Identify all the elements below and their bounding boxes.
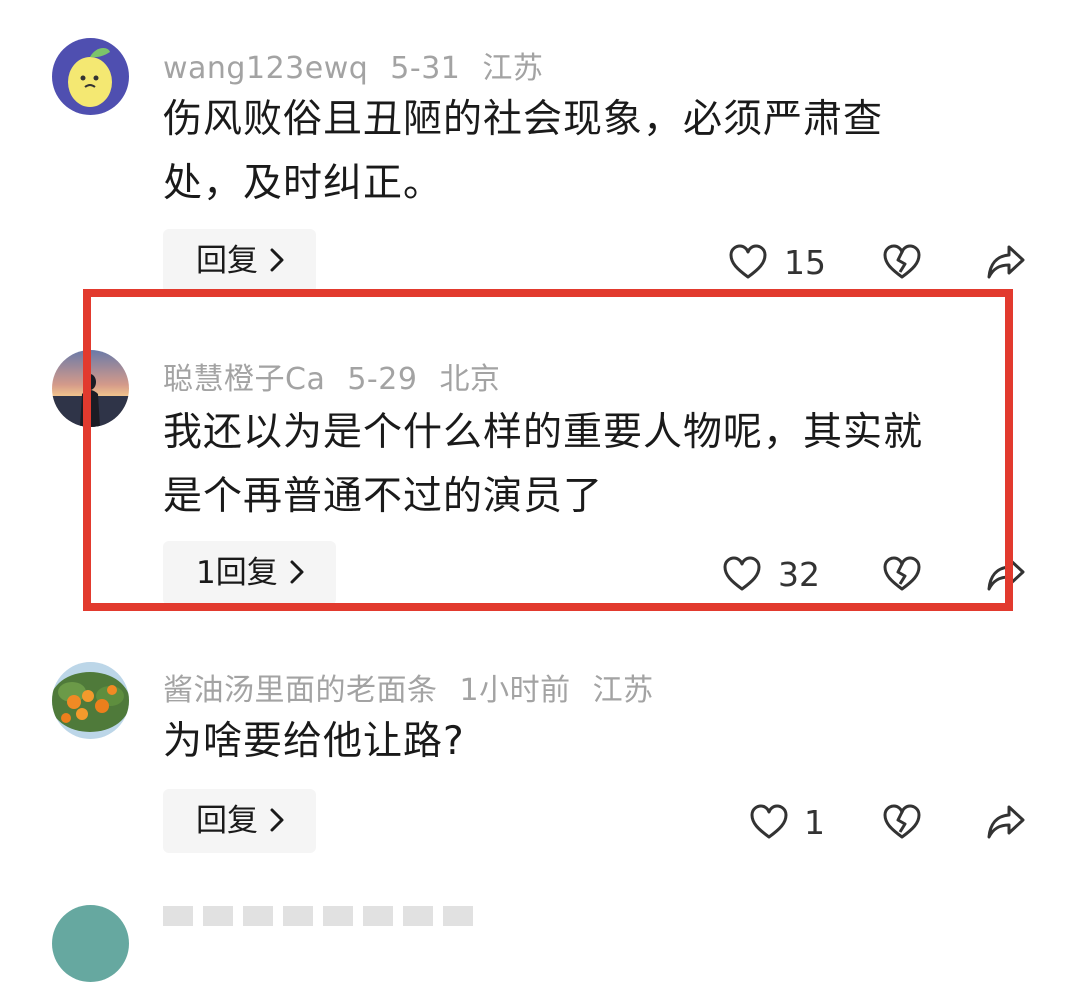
heart-like-icon[interactable]	[721, 553, 763, 595]
avatar[interactable]	[52, 350, 129, 427]
username[interactable]: 聪慧橙子Ca	[163, 362, 325, 397]
comment-text-line: 为啥要给他让路?	[163, 719, 465, 764]
comment-meta-partial	[163, 906, 483, 926]
like-count: 15	[784, 243, 826, 282]
comment-date: 5-29	[347, 362, 418, 397]
comment-location: 江苏	[482, 51, 544, 86]
reply-button[interactable]: 回复	[163, 789, 316, 853]
heart-like-icon[interactable]	[727, 241, 769, 283]
comment-location: 北京	[439, 362, 501, 397]
chevron-right-icon	[290, 560, 304, 583]
comment-text-line: 处，及时纠正。	[163, 161, 444, 206]
broken-heart-dislike-icon[interactable]	[881, 241, 923, 283]
comment-meta: 酱油汤里面的老面条 1小时前 江苏	[163, 665, 676, 709]
avatar[interactable]	[52, 662, 129, 739]
comment-date: 1小时前	[459, 673, 571, 708]
reply-label: 回复	[196, 243, 258, 279]
broken-heart-dislike-icon[interactable]	[881, 801, 923, 843]
share-arrow-icon[interactable]	[985, 801, 1027, 843]
orange-tree-avatar-icon	[52, 662, 129, 739]
reply-button[interactable]: 1回复	[163, 541, 336, 605]
sunset-person-avatar-icon	[52, 350, 129, 427]
share-arrow-icon[interactable]	[985, 553, 1027, 595]
comment-text-line: 我还以为是个什么样的重要人物呢，其实就	[163, 410, 924, 455]
comment-text-line: 是个再普通不过的演员了	[163, 474, 604, 519]
comment-text: 我还以为是个什么样的重要人物呢，其实就 是个再普通不过的演员了	[163, 401, 1013, 529]
comment-location: 江苏	[592, 673, 654, 708]
reply-label: 1回复	[196, 555, 278, 591]
username[interactable]: wang123ewq	[163, 51, 368, 86]
broken-heart-dislike-icon[interactable]	[881, 553, 923, 595]
comment-meta: wang123ewq 5-31 江苏	[163, 43, 565, 87]
comment-text-line: 伤风败俗且丑陋的社会现象，必须严肃查	[163, 97, 884, 142]
like-count: 1	[804, 803, 825, 842]
reply-label: 回复	[196, 803, 258, 839]
comment-text: 伤风败俗且丑陋的社会现象，必须严肃查 处，及时纠正。	[163, 88, 1013, 216]
like-count: 32	[778, 555, 820, 594]
comment-meta: 聪慧橙子Ca 5-29 北京	[163, 354, 522, 398]
share-arrow-icon[interactable]	[985, 241, 1027, 283]
reply-button[interactable]: 回复	[163, 229, 316, 293]
username[interactable]: 酱油汤里面的老面条	[163, 673, 438, 708]
heart-like-icon[interactable]	[748, 801, 790, 843]
avatar[interactable]	[52, 38, 129, 115]
chevron-right-icon	[270, 808, 284, 831]
comment-date: 5-31	[390, 51, 461, 86]
lemon-avatar-icon	[52, 38, 129, 115]
chevron-right-icon	[270, 248, 284, 271]
comment-text: 为啥要给他让路?	[163, 710, 1013, 774]
